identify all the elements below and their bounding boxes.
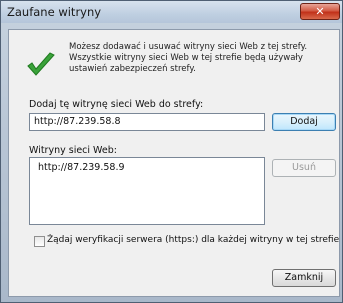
close-button[interactable]: Zamknij — [272, 269, 336, 287]
info-text: Możesz dodawać i usuwać witryny sieci We… — [69, 42, 308, 74]
add-button[interactable]: Dodaj — [272, 113, 336, 131]
dialog-window: Zaufane witryny ✕ Możesz dodawać i usuwa… — [0, 0, 343, 303]
title-bar[interactable]: Zaufane witryny ✕ — [1, 1, 342, 23]
close-window-button[interactable]: ✕ — [300, 3, 340, 20]
window-title: Zaufane witryny — [7, 5, 102, 19]
green-checkmark-icon — [27, 52, 55, 76]
add-site-label: Dodaj tę witrynę sieci Web do strefy: — [29, 99, 204, 110]
site-url-input[interactable]: http://87.239.58.8 — [29, 113, 265, 131]
sites-listbox[interactable]: http://87.239.58.9 — [29, 157, 265, 225]
list-item[interactable]: http://87.239.58.9 — [38, 162, 125, 173]
verify-label: Żądaj weryfikacji serwera (https:) dla k… — [47, 235, 340, 245]
verify-checkbox[interactable] — [34, 236, 45, 247]
sites-list-label: Witryny sieci Web: — [29, 145, 117, 156]
remove-button[interactable]: Usuń — [272, 159, 336, 177]
